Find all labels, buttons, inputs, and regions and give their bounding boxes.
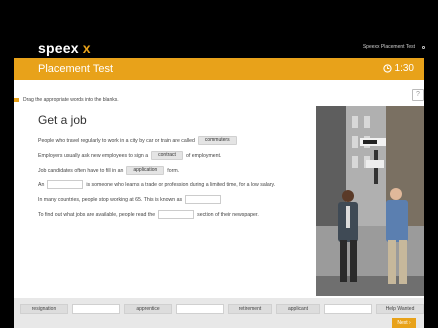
instruction-text: Drag the appropriate words into the blan… bbox=[23, 97, 119, 103]
sentence-text-before: An bbox=[38, 181, 45, 188]
blank-drop-zone[interactable] bbox=[47, 180, 84, 189]
sentence: Employers usually ask new employees to s… bbox=[38, 151, 221, 160]
top-bar: speex x Speexx Placement Test bbox=[0, 0, 438, 58]
word-chip[interactable]: retirement bbox=[228, 304, 272, 314]
sentence-text-after: section of their newspaper. bbox=[197, 211, 259, 218]
blank-drop-zone[interactable] bbox=[185, 195, 222, 204]
sentence: People who travel regularly to work in a… bbox=[38, 136, 240, 145]
timer-value: 1:30 bbox=[394, 63, 414, 74]
word-chip[interactable]: Help Wanted bbox=[376, 304, 424, 314]
word-slot-empty bbox=[72, 304, 120, 314]
sentence-text-after: form. bbox=[167, 167, 180, 174]
page-title: Placement Test bbox=[38, 63, 114, 75]
word-slot-empty bbox=[324, 304, 372, 314]
word-chip[interactable]: applicant bbox=[276, 304, 320, 314]
sentence-text-after: is someone who learns a trade or profess… bbox=[86, 181, 276, 188]
chevron-right-icon: › bbox=[409, 320, 411, 326]
answer-chip[interactable]: contract bbox=[151, 151, 183, 160]
instruction: Drag the appropriate words into the blan… bbox=[14, 97, 119, 103]
sentence-text-before: Job candidates often have to fill in an bbox=[38, 167, 124, 174]
next-label: Next bbox=[397, 320, 408, 326]
app-window: speex x Speexx Placement Test Placement … bbox=[0, 0, 438, 328]
answer-chip[interactable]: commuters bbox=[197, 136, 237, 145]
timer: 1:30 bbox=[382, 63, 414, 74]
gear-icon[interactable] bbox=[421, 45, 426, 50]
sentence-text-before: In many countries, people stop working a… bbox=[38, 196, 183, 203]
sentence: To find out what jobs are available, peo… bbox=[38, 210, 259, 219]
brand-logo: speex x bbox=[38, 40, 91, 56]
help-icon[interactable]: ? bbox=[412, 89, 424, 101]
sentence-text-after: of employment. bbox=[185, 152, 222, 159]
sentence-text-before: Employers usually ask new employees to s… bbox=[38, 152, 149, 159]
word-chip[interactable]: apprentice bbox=[124, 304, 172, 314]
flag-icon bbox=[14, 98, 19, 102]
clock-icon bbox=[382, 64, 392, 73]
brand-logo-accent: x bbox=[82, 40, 91, 56]
top-right-area: Speexx Placement Test bbox=[363, 44, 426, 50]
answer-chip[interactable]: application bbox=[126, 166, 165, 175]
sentence: Job candidates often have to fill in an … bbox=[38, 166, 179, 175]
blank-drop-zone[interactable] bbox=[158, 210, 195, 219]
next-button[interactable]: Next › bbox=[392, 318, 416, 328]
word-chip[interactable]: resignation bbox=[20, 304, 68, 314]
brand-logo-main: speex bbox=[38, 40, 79, 56]
word-slot-empty bbox=[176, 304, 224, 314]
sentence-text-before: To find out what jobs are available, peo… bbox=[38, 211, 156, 218]
sentence: In many countries, people stop working a… bbox=[38, 195, 224, 204]
word-bank: resignation apprentice retirement applic… bbox=[20, 304, 424, 314]
street-photo bbox=[316, 106, 424, 296]
top-title: Speexx Placement Test bbox=[362, 44, 415, 50]
sentence-text-before: People who travel regularly to work in a… bbox=[38, 137, 195, 144]
test-header: Placement Test 1:30 bbox=[14, 58, 424, 80]
sentence: An is someone who learns a trade or prof… bbox=[38, 180, 275, 189]
exercise-title: Get a job bbox=[38, 113, 87, 127]
